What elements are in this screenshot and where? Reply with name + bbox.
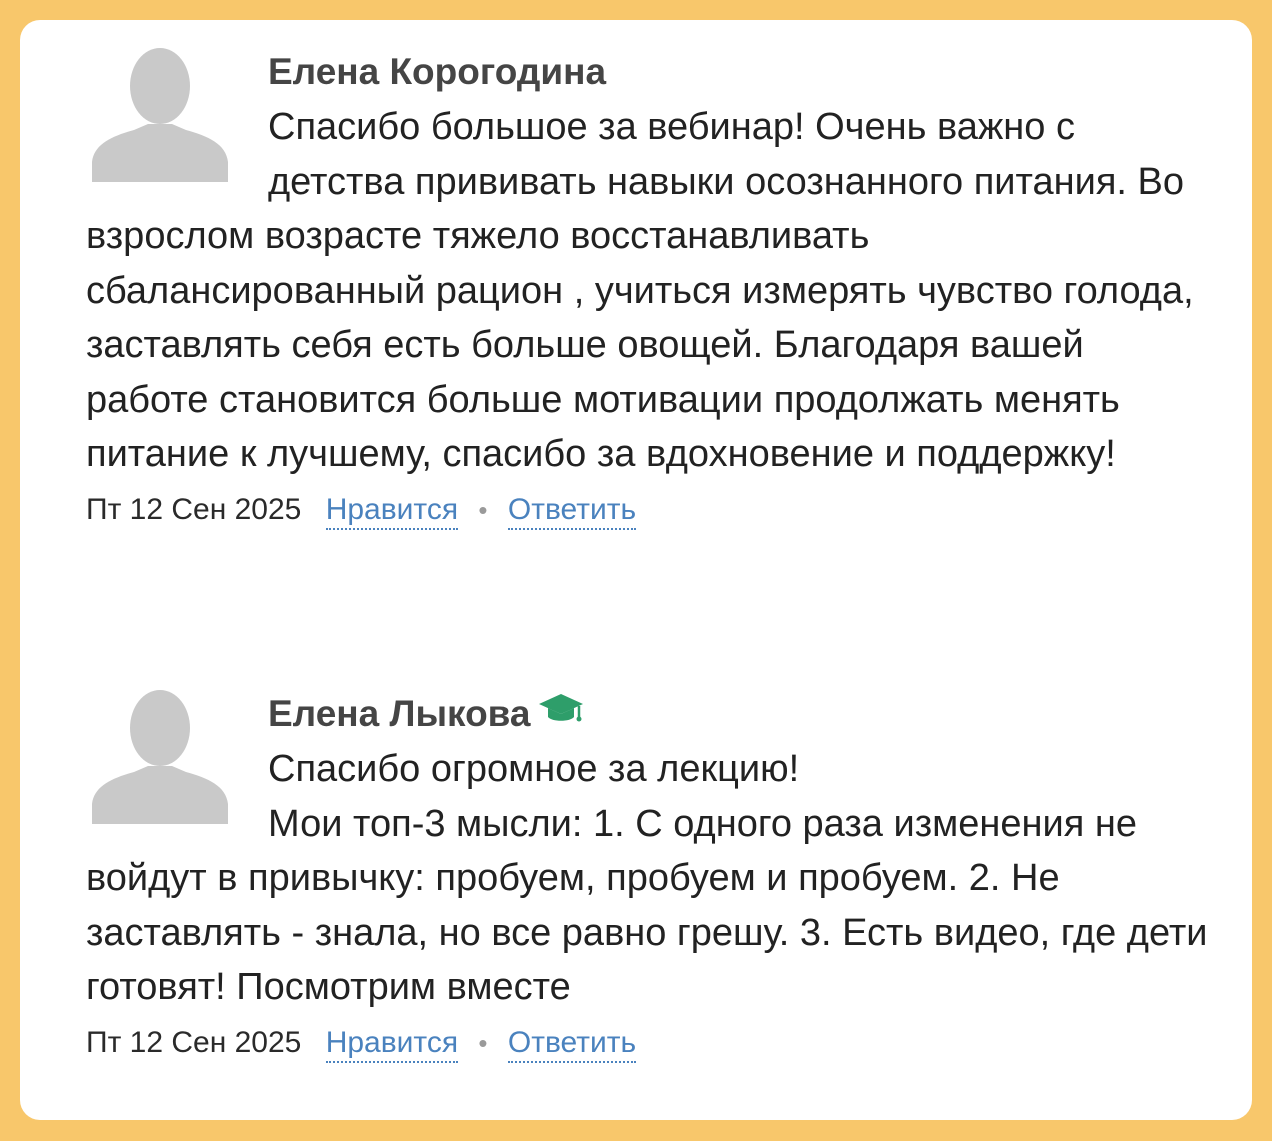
comment-author[interactable]: Елена Корогодина [86,46,1216,98]
comment-body: Спасибо огромное за лекцию! Мои топ-3 мы… [86,742,1216,1015]
comments-card: Елена Корогодина Спасибо большое за веби… [20,20,1252,1120]
comment-meta: Пт 12 Сен 2025 Нравится • Ответить [86,488,1216,532]
graduation-cap-icon [537,687,585,739]
reply-link[interactable]: Ответить [507,1025,637,1063]
avatar[interactable] [90,44,230,182]
comment-date: Пт 12 Сен 2025 [86,492,302,526]
comment-body: Спасибо большое за вебинар! Очень важно … [86,100,1216,482]
author-name[interactable]: Елена Лыкова [268,693,531,734]
reply-link[interactable]: Ответить [507,492,637,530]
comment-date: Пт 12 Сен 2025 [86,1025,302,1059]
user-silhouette-icon [92,48,228,182]
avatar[interactable] [90,686,230,824]
comment-paragraph: Спасибо огромное за лекцию! [268,748,800,790]
comment-meta: Пт 12 Сен 2025 Нравится • Ответить [86,1021,1216,1065]
comment-author[interactable]: Елена Лыкова [86,688,1216,740]
comment-paragraph: Мои топ-3 мысли: 1. С одного раза измене… [86,802,1208,1009]
like-link[interactable]: Нравится [325,492,459,530]
separator-dot: • [478,494,488,525]
comment-item: Елена Корогодина Спасибо большое за веби… [86,48,1216,532]
comment-item: Елена Лыкова Спасибо огромное за лекцию!… [86,690,1216,1065]
separator-dot: • [478,1027,488,1058]
author-name[interactable]: Елена Корогодина [268,51,606,92]
like-link[interactable]: Нравится [325,1025,459,1063]
user-silhouette-icon [92,690,228,824]
comment-paragraph: Спасибо большое за вебинар! Очень важно … [86,106,1194,475]
